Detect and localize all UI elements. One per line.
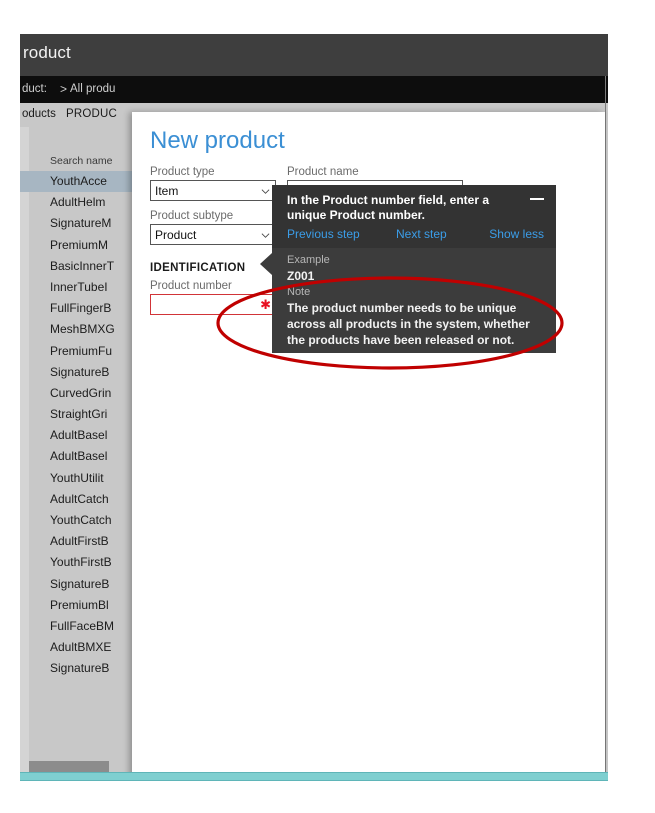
- table-row[interactable]: YouthAcce: [20, 171, 140, 193]
- dialog-title: New product: [150, 127, 285, 154]
- table-row[interactable]: InnerTubeI: [20, 277, 140, 298]
- table-row[interactable]: SignatureB: [20, 362, 140, 383]
- tab-all-products[interactable]: oducts: [22, 108, 56, 120]
- tab-product[interactable]: PRODUC: [66, 108, 117, 120]
- product-subtype-select[interactable]: Product: [150, 224, 276, 245]
- grid-cell-search-name: FullFingerB: [50, 301, 112, 316]
- grid-cell-search-name: YouthCatch: [50, 513, 112, 527]
- grid-cell-search-name: AdultBMXE: [50, 640, 112, 655]
- example-value: Z001: [287, 269, 315, 283]
- page-title: roduct: [23, 43, 71, 62]
- field-label-product-number: Product number: [150, 280, 232, 292]
- grid-cell-search-name: YouthFirstB: [50, 555, 112, 570]
- minimize-icon[interactable]: [530, 198, 544, 200]
- table-row[interactable]: AdultBasel: [20, 446, 140, 467]
- grid-cell-search-name: StraightGri: [50, 407, 108, 422]
- field-label-product-subtype: Product subtype: [150, 210, 234, 222]
- breadcrumb-separator-icon: >: [60, 82, 68, 96]
- grid-cell-search-name: AdultHelm: [50, 195, 106, 210]
- table-row[interactable]: CurvedGrin: [20, 383, 140, 404]
- table-row[interactable]: AdultHelm: [20, 192, 140, 213]
- table-row[interactable]: YouthUtilit: [20, 468, 140, 489]
- field-label-product-name: Product name: [287, 166, 359, 178]
- grid-cell-search-name: InnerTubeI: [50, 279, 108, 294]
- coachmark-links: Previous step Next step Show less: [272, 227, 556, 248]
- table-row[interactable]: FullFaceBM: [20, 616, 140, 637]
- breadcrumb-item-2[interactable]: All produ: [70, 83, 115, 95]
- grid-column-header-search-name[interactable]: Search name: [50, 155, 112, 167]
- table-row[interactable]: BasicInnerT: [20, 256, 140, 277]
- grid-row-list[interactable]: YouthAcce AdultHelm SignatureM PremiumM Basi…: [20, 171, 140, 680]
- screenshot-root: roduct duct: > All produ oducts PRODUC S…: [0, 0, 655, 813]
- grid-cell-search-name: SignatureM: [50, 216, 112, 231]
- coachmark-pointer-icon: [260, 253, 272, 275]
- product-subtype-value: Product: [155, 228, 197, 242]
- grid-cell-search-name: AdultFirstB: [50, 534, 109, 549]
- coachmark-header: In the Product number field, enter a uni…: [272, 185, 556, 248]
- table-row[interactable]: FullFingerB: [20, 298, 140, 319]
- grid-cell-search-name: PremiumM: [50, 237, 109, 252]
- section-header-identification: IDENTIFICATION: [150, 262, 246, 274]
- grid-cell-search-name: FullFaceBM: [50, 618, 115, 633]
- product-type-value: Item: [155, 184, 179, 198]
- previous-step-link[interactable]: Previous step: [287, 227, 360, 241]
- grid-cell-search-name: BasicInnerT: [50, 258, 115, 273]
- grid-cell-search-name: MeshBMXG: [50, 322, 115, 337]
- table-row[interactable]: AdultBasel: [20, 425, 140, 446]
- table-row[interactable]: SignatureM: [20, 213, 140, 234]
- show-less-link[interactable]: Show less: [489, 227, 544, 241]
- grid-cell-search-name: SignatureB: [50, 364, 110, 379]
- field-product-number: Product number ✱: [150, 280, 276, 315]
- table-row[interactable]: PremiumFu: [20, 341, 140, 362]
- example-label: Example: [287, 254, 330, 266]
- grid-cell-search-name: AdultBasel: [50, 428, 108, 443]
- field-product-subtype: Product subtype Product: [150, 210, 276, 245]
- table-row[interactable]: PremiumBl: [20, 595, 140, 616]
- table-row[interactable]: SignatureB: [20, 658, 140, 679]
- status-bar: [20, 772, 608, 781]
- field-label-product-type: Product type: [150, 166, 215, 178]
- application-window: roduct duct: > All produ oducts PRODUC S…: [20, 34, 608, 780]
- grid-cell-search-name: SignatureB: [50, 576, 110, 591]
- breadcrumb-item-1[interactable]: duct:: [22, 83, 47, 95]
- note-text: The product number needs to be unique ac…: [287, 301, 530, 347]
- next-step-link[interactable]: Next step: [396, 227, 447, 241]
- required-asterisk-icon: ✱: [260, 297, 271, 312]
- grid-cell-search-name: YouthAcce: [50, 174, 107, 188]
- table-row[interactable]: MeshBMXG: [20, 319, 140, 340]
- table-row[interactable]: SignatureB: [20, 574, 140, 595]
- note-label: Note: [287, 286, 311, 298]
- grid-cell-search-name: YouthUtilit: [50, 470, 104, 485]
- table-row[interactable]: PremiumM: [20, 235, 140, 256]
- grid-cell-search-name: SignatureB: [50, 661, 110, 676]
- table-row[interactable]: YouthCatch: [20, 510, 140, 531]
- coachmark-tooltip: In the Product number field, enter a uni…: [260, 185, 556, 353]
- grid-cell-search-name: CurvedGrin: [50, 385, 112, 400]
- grid-cell-search-name: AdultBasel: [50, 449, 108, 464]
- chevron-down-icon: [261, 189, 270, 194]
- table-row[interactable]: YouthFirstB: [20, 552, 140, 573]
- breadcrumb: duct: > All produ: [20, 76, 608, 103]
- table-row[interactable]: StraightGri: [20, 404, 140, 425]
- product-number-input[interactable]: ✱: [150, 294, 276, 315]
- coachmark-body: Example Z001 Note The product number nee…: [272, 248, 556, 353]
- table-row[interactable]: AdultCatch: [20, 489, 140, 510]
- chevron-down-icon: [261, 233, 270, 238]
- grid-cell-search-name: PremiumBl: [50, 597, 109, 612]
- grid-cell-search-name: AdultCatch: [50, 491, 109, 506]
- panel-divider: [605, 76, 606, 780]
- table-row[interactable]: AdultFirstB: [20, 531, 140, 552]
- table-row[interactable]: AdultBMXE: [20, 637, 140, 658]
- product-type-select[interactable]: Item: [150, 180, 276, 201]
- grid-cell-search-name: PremiumFu: [50, 343, 113, 358]
- navigation-bar: roduct: [20, 34, 608, 76]
- field-product-type: Product type Item: [150, 166, 276, 201]
- coachmark-step-text: In the Product number field, enter a uni…: [287, 193, 490, 222]
